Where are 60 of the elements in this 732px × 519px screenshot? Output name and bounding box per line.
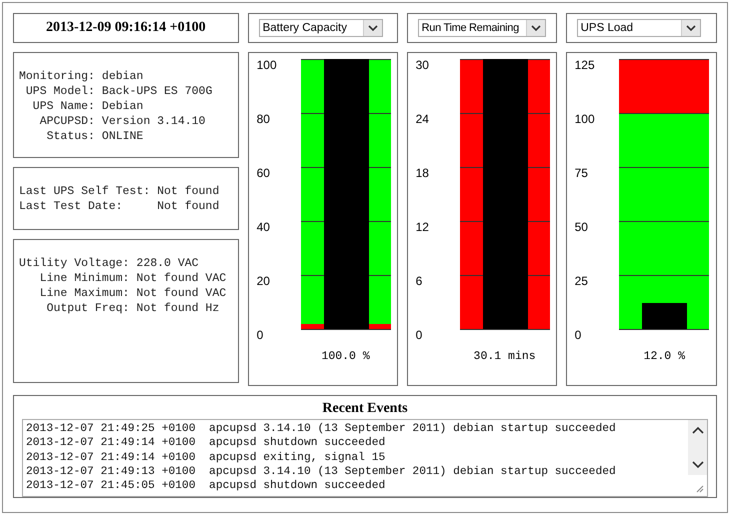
event-line: 2013-12-07 21:49:25 +0100 apcupsd 3.14.10 (13 September 2011) debian startup succeeded (26, 422, 617, 436)
field-label: Line Maximum: (38, 286, 130, 301)
scale-label: 6 (416, 274, 424, 288)
metric-dropdown[interactable]: Battery Capacity (258, 19, 383, 37)
field-label: Line Minimum: (38, 271, 130, 286)
scale-label: 0 (574, 328, 582, 342)
field-label: Output Freq: (46, 301, 130, 316)
events-title: Recent Events (322, 400, 408, 418)
event-line: 2013-12-07 21:49:14 +0100 apcupsd exiting, signal 15 (26, 450, 386, 465)
resize-grip-icon[interactable] (696, 485, 704, 493)
field-value: Not found VAC (136, 286, 226, 301)
scale-label: 25 (574, 274, 589, 288)
field-label: UPS Name: (32, 99, 95, 114)
caret-icon (680, 20, 700, 36)
scale-label: 24 (416, 112, 430, 126)
gauge-reading: 100.0 % (320, 350, 370, 363)
field-label: Monitoring: (19, 69, 95, 84)
field-value: Not found Hz (136, 301, 220, 316)
scroll-up-icon[interactable] (692, 426, 704, 434)
gauge-reading: 12.0 % (642, 350, 686, 363)
scale-label: 18 (416, 166, 430, 180)
field-value: 228.0 VAC (136, 256, 200, 271)
field-value: Back-UPS ES 700G (102, 84, 212, 99)
metric-dropdown[interactable]: Run Time Remaining (418, 19, 546, 37)
field-value: Version 3.14.10 (102, 114, 206, 129)
field-value: debian (102, 69, 144, 84)
field-label: APCUPSD: (38, 114, 95, 129)
field-label: Last UPS Self Test: (19, 184, 150, 199)
scale-label: 125 (574, 58, 596, 72)
scale-label: 60 (256, 166, 271, 180)
metric-dropdown[interactable]: UPS Load (576, 19, 701, 37)
event-line: 2013-12-07 21:49:13 +0100 apcupsd 3.14.10 (13 September 2011) debian startup succeeded (26, 464, 617, 480)
scrollbar[interactable] (688, 420, 707, 475)
timestamp: 2013-12-09 09:16:14 +0100 (46, 20, 206, 36)
event-line: 2013-12-07 21:49:14 +0100 apcupsd shutdown succeeded (26, 436, 386, 451)
field-label: Last Test Date: (19, 199, 124, 214)
field-value: ONLINE (102, 129, 144, 144)
field-label: Status: (46, 129, 95, 144)
event-line: 2013-12-07 21:45:05 +0100 apcupsd shutdown succeeded (26, 479, 386, 494)
field-value: Debian (102, 99, 144, 114)
scale-label: 20 (256, 274, 271, 288)
scale-label: 100 (256, 58, 278, 72)
gauge-reading: 30.1 mins (472, 350, 536, 363)
scale-label: 80 (256, 112, 271, 126)
field-label: UPS Model: (24, 84, 95, 99)
field-value: Not found (157, 184, 220, 199)
field-value: Not found VAC (136, 271, 226, 286)
field-value: Not found (157, 199, 220, 214)
scale-label: 40 (256, 220, 271, 234)
field-label: Utility Voltage: (19, 256, 130, 271)
scale-label: 30 (416, 58, 430, 72)
scroll-down-icon[interactable] (692, 461, 704, 469)
scale-label: 100 (574, 112, 596, 126)
scale-label: 0 (256, 328, 264, 342)
scale-label: 75 (574, 166, 589, 180)
scale-label: 50 (574, 220, 589, 234)
scale-label: 12 (416, 220, 430, 234)
scale-label: 0 (416, 328, 424, 342)
caret-icon (362, 20, 382, 36)
caret-icon (526, 20, 545, 36)
